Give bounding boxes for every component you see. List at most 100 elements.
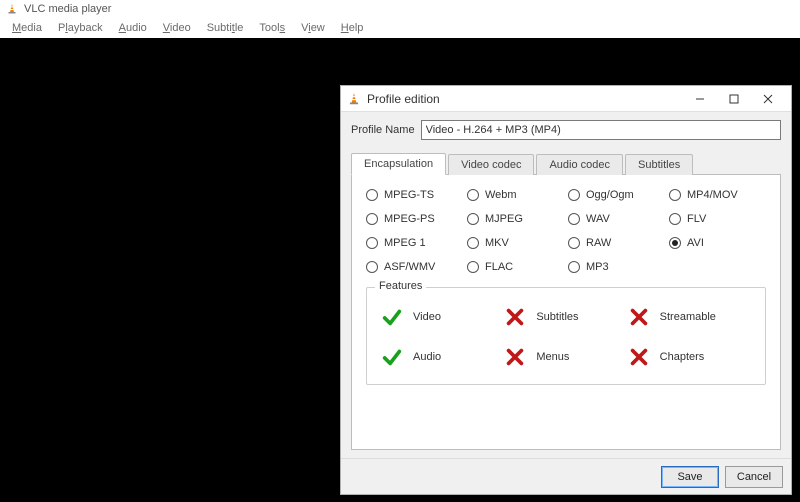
feature-label: Audio [413,351,441,363]
main-title: VLC media player [24,3,111,15]
tab-subtitles[interactable]: Subtitles [625,154,693,175]
features-grid: Video Subtitles Streamable Audio Menus Chapte… [381,306,751,368]
feature-subtitles: Subtitles [504,306,627,328]
radio-asf-wmv[interactable]: ASF/WMV [366,261,463,273]
menu-video[interactable]: Video [155,20,199,36]
maximize-button[interactable] [717,88,751,110]
dialog-titlebar[interactable]: Profile edition [341,86,791,112]
vlc-main-window: VLC media player Media Playback Audio Vi… [0,0,800,502]
radio-indicator-icon [467,189,479,201]
cancel-button-label: Cancel [737,471,771,483]
radio-ogg-ogm[interactable]: Ogg/Ogm [568,189,665,201]
cross-icon [628,306,650,328]
radio-indicator-icon [467,261,479,273]
radio-label: Ogg/Ogm [586,189,634,201]
radio-label: MP4/MOV [687,189,738,201]
check-icon [381,346,403,368]
main-titlebar: VLC media player [0,0,800,18]
tab-video-codec[interactable]: Video codec [448,154,534,175]
radio-label: FLV [687,213,706,225]
radio-indicator-icon [366,213,378,225]
window-controls [683,88,785,110]
menu-media[interactable]: Media [4,20,50,36]
encapsulation-radio-grid: MPEG-TS Webm Ogg/Ogm MP4/MOV MPEG-PS MJPEG WAV… [366,189,766,273]
profile-name-row: Profile Name [351,120,781,140]
feature-label: Streamable [660,311,716,323]
radio-mpeg-ps[interactable]: MPEG-PS [366,213,463,225]
cross-icon [504,306,526,328]
minimize-button[interactable] [683,88,717,110]
radio-label: AVI [687,237,704,249]
save-button-label: Save [677,471,702,483]
feature-label: Menus [536,351,569,363]
radio-indicator-icon [467,213,479,225]
radio-mjpeg[interactable]: MJPEG [467,213,564,225]
menu-help[interactable]: Help [333,20,372,36]
menu-audio[interactable]: Audio [111,20,155,36]
minimize-icon [695,94,705,104]
vlc-cone-icon [347,92,361,106]
feature-label: Video [413,311,441,323]
profile-name-label: Profile Name [351,124,415,136]
radio-label: FLAC [485,261,513,273]
radio-indicator-icon [568,261,580,273]
maximize-icon [729,94,739,104]
cancel-button[interactable]: Cancel [725,466,783,488]
menu-playback[interactable]: Playback [50,20,111,36]
feature-streamable: Streamable [628,306,751,328]
radio-label: MPEG-PS [384,213,435,225]
feature-audio: Audio [381,346,504,368]
radio-webm[interactable]: Webm [467,189,564,201]
cross-icon [504,346,526,368]
radio-mpeg-ts[interactable]: MPEG-TS [366,189,463,201]
profile-edition-dialog: Profile edition Profile Name Encapsulati… [340,85,792,495]
radio-flac[interactable]: FLAC [467,261,564,273]
tabbar: EncapsulationVideo codecAudio codecSubti… [351,150,781,174]
radio-label: MPEG-TS [384,189,434,201]
radio-label: MKV [485,237,509,249]
radio-flv[interactable]: FLV [669,213,766,225]
radio-avi[interactable]: AVI [669,237,766,249]
dialog-title: Profile edition [367,92,683,106]
close-icon [763,94,773,104]
radio-label: Webm [485,189,517,201]
radio-indicator-icon [568,213,580,225]
feature-chapters: Chapters [628,346,751,368]
radio-raw[interactable]: RAW [568,237,665,249]
radio-mpeg-1[interactable]: MPEG 1 [366,237,463,249]
save-button[interactable]: Save [661,466,719,488]
radio-wav[interactable]: WAV [568,213,665,225]
tab-encapsulation: MPEG-TS Webm Ogg/Ogm MP4/MOV MPEG-PS MJPEG WAV… [351,174,781,450]
feature-menus: Menus [504,346,627,368]
radio-label: WAV [586,213,610,225]
close-button[interactable] [751,88,785,110]
menubar: Media Playback Audio Video Subtitle Tool… [0,18,800,38]
radio-indicator-icon [568,189,580,201]
radio-mp4-mov[interactable]: MP4/MOV [669,189,766,201]
radio-label: ASF/WMV [384,261,435,273]
radio-label: RAW [586,237,611,249]
radio-mp3[interactable]: MP3 [568,261,665,273]
tab-audio-codec[interactable]: Audio codec [536,154,623,175]
check-icon [381,306,403,328]
cross-icon [628,346,650,368]
menu-subtitle[interactable]: Subtitle [199,20,252,36]
radio-indicator-icon [669,213,681,225]
features-groupbox: Features VideoSubtitlesStreamableAudioMe… [366,287,766,385]
radio-mkv[interactable]: MKV [467,237,564,249]
dialog-button-row: Save Cancel [341,458,791,494]
radio-indicator-icon [467,237,479,249]
radio-indicator-icon [568,237,580,249]
menu-tools[interactable]: Tools [251,20,293,36]
radio-label: MJPEG [485,213,523,225]
radio-indicator-icon [669,237,681,249]
radio-indicator-icon [366,261,378,273]
menu-view[interactable]: View [293,20,333,36]
feature-video: Video [381,306,504,328]
profile-name-input[interactable] [421,120,781,140]
tab-encapsulation[interactable]: Encapsulation [351,153,446,175]
radio-indicator-icon [366,237,378,249]
dialog-body: Profile Name EncapsulationVideo codecAud… [341,112,791,458]
radio-indicator-icon [669,189,681,201]
radio-label: MPEG 1 [384,237,426,249]
